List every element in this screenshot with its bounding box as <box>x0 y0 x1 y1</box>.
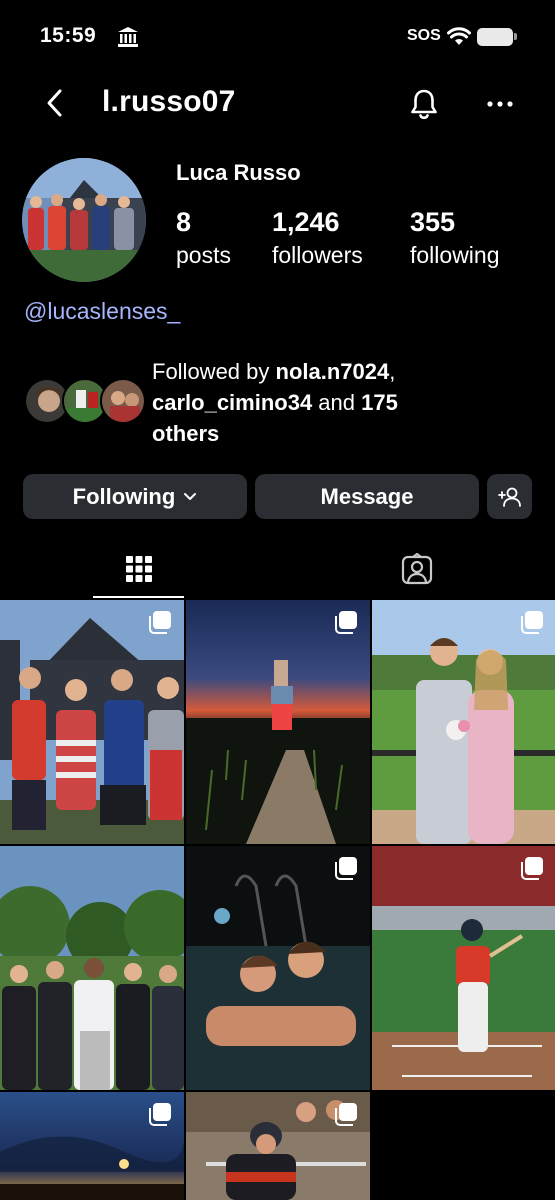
stat-followers-label: followers <box>272 242 363 268</box>
multiple-photos-icon <box>335 611 357 634</box>
following-button[interactable]: Following <box>23 474 247 519</box>
profile-avatar[interactable] <box>22 158 146 282</box>
chevron-down-icon <box>184 492 197 500</box>
stat-followers-value: 1,246 <box>272 207 340 237</box>
more-options-button[interactable] <box>482 86 518 122</box>
stat-posts-label: posts <box>176 242 231 268</box>
posts-grid <box>0 600 555 1200</box>
post-thumbnail[interactable] <box>186 600 370 844</box>
chevron-left-icon <box>47 89 62 117</box>
message-button-label: Message <box>320 483 414 509</box>
post-photo <box>186 600 370 844</box>
post-photo <box>372 846 555 1090</box>
stat-following-value: 355 <box>410 207 456 237</box>
message-button[interactable]: Message <box>255 474 479 519</box>
following-button-label: Following <box>72 483 176 509</box>
multiple-photos-icon <box>149 1103 171 1126</box>
post-thumbnail[interactable] <box>0 600 184 844</box>
stat-posts-value: 8 <box>176 207 192 237</box>
post-thumbnail[interactable] <box>372 600 555 844</box>
post-photo <box>372 600 555 844</box>
notifications-button[interactable] <box>406 86 442 122</box>
post-photo <box>186 846 370 1090</box>
bio-link[interactable]: @lucaslenses_ <box>24 298 180 325</box>
followed-by-text[interactable]: Followed by nola.n7024, carlo_cimino34 a… <box>152 356 472 449</box>
nav-bar: l.russo07 <box>0 72 555 134</box>
post-photo <box>0 846 184 1090</box>
multiple-photos-icon <box>335 857 357 880</box>
stat-following[interactable]: 355 following <box>410 204 500 270</box>
more-horizontal-icon <box>487 101 513 107</box>
followed-by-mid: and <box>312 390 362 415</box>
followed-by-suffix: others <box>152 421 220 446</box>
profile-username: l.russo07 <box>102 85 236 118</box>
status-time: 15:59 <box>40 24 97 47</box>
battery-tip <box>514 33 517 40</box>
suggest-people-button[interactable] <box>487 474 532 519</box>
post-thumbnail[interactable] <box>0 1092 184 1200</box>
post-thumbnail[interactable] <box>186 1092 370 1200</box>
tab-posts-grid[interactable] <box>46 540 231 598</box>
followed-by-separator: , <box>389 359 396 384</box>
multiple-photos-icon <box>335 1103 357 1126</box>
stat-posts[interactable]: 8 posts <box>176 204 231 270</box>
bell-icon <box>411 89 437 120</box>
grid-icon <box>125 556 152 582</box>
bank-icon <box>117 26 139 53</box>
mutual-user-2: carlo_cimino34 <box>152 390 313 415</box>
profile-tabs <box>0 540 555 598</box>
post-thumbnail[interactable] <box>372 846 555 1090</box>
mutual-followers-avatars[interactable] <box>24 378 146 426</box>
post-thumbnail[interactable] <box>186 846 370 1090</box>
post-photo <box>0 600 184 844</box>
multiple-photos-icon <box>521 611 543 634</box>
mutual-count: 175 <box>361 390 398 415</box>
mutual-avatar <box>100 378 146 424</box>
tab-active-indicator <box>93 596 184 598</box>
multiple-photos-icon <box>149 611 171 634</box>
back-button[interactable] <box>38 86 72 120</box>
stat-followers[interactable]: 1,246 followers <box>272 204 363 270</box>
stat-following-label: following <box>410 242 500 268</box>
post-thumbnail[interactable] <box>0 846 184 1090</box>
status-bar: 15:59 SOS <box>0 0 555 72</box>
sos-indicator: SOS <box>407 27 441 44</box>
multiple-photos-icon <box>521 857 543 880</box>
battery-icon <box>477 28 513 46</box>
avatar-photo <box>22 158 146 282</box>
tagged-person-icon <box>401 553 432 585</box>
wifi-icon <box>447 26 471 51</box>
add-person-icon <box>497 487 521 507</box>
followed-by-prefix: Followed by <box>152 359 276 384</box>
profile-display-name: Luca Russo <box>176 160 301 185</box>
mutual-user-1: nola.n7024 <box>275 359 390 384</box>
tab-tagged[interactable] <box>324 540 509 598</box>
